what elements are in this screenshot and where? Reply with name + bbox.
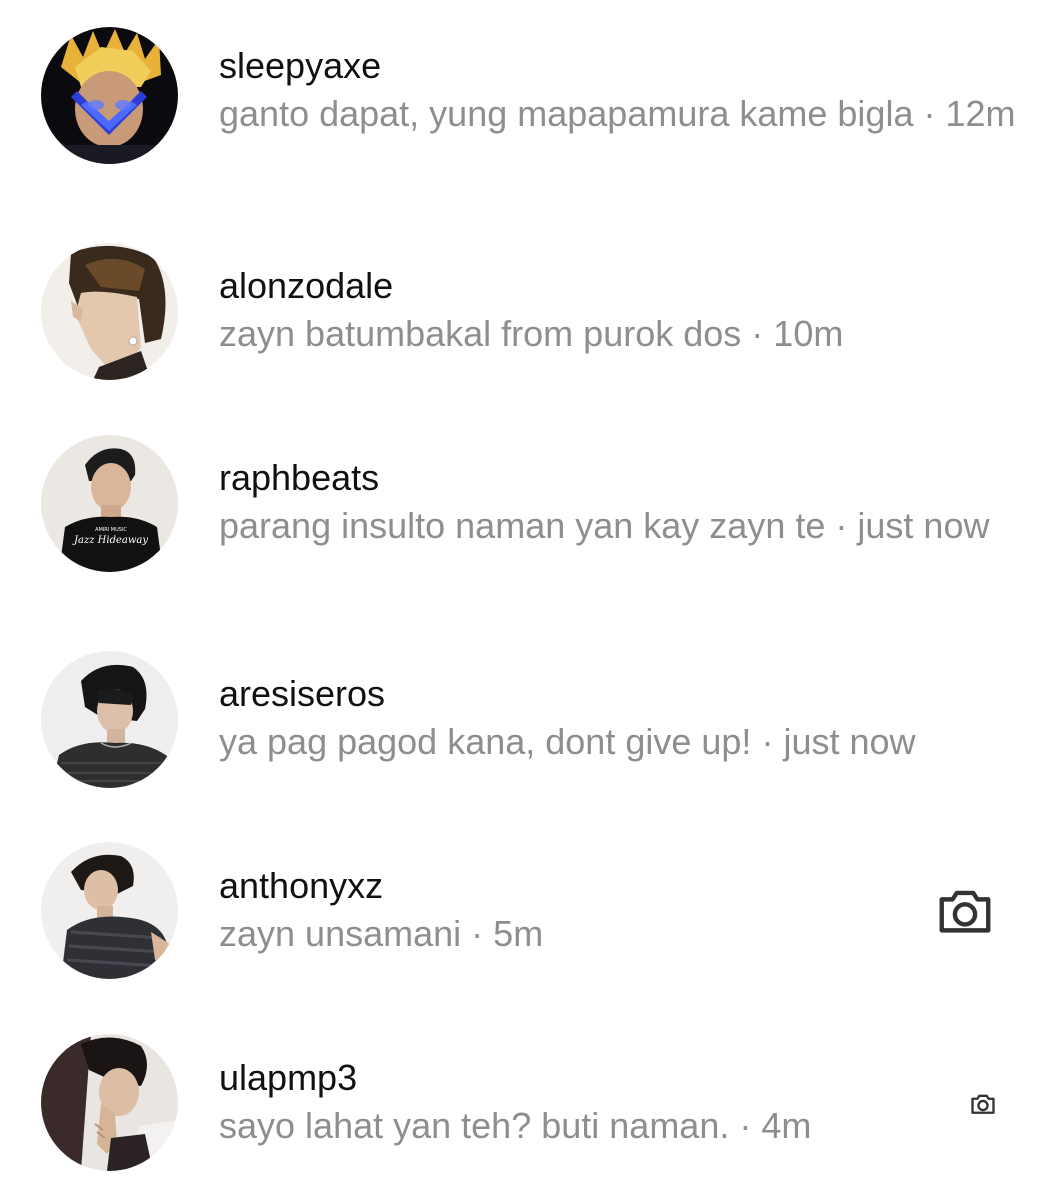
thread-message: zayn batumbakal from purok dos: [219, 313, 742, 354]
thread-row-sleepyaxe[interactable]: sleepyaxe ganto dapat, yung mapapamura k…: [0, 0, 1050, 210]
avatar-image: [41, 243, 178, 380]
shirt-text: Jazz Hideaway: [72, 535, 148, 546]
thread-username: aresiseros: [219, 673, 386, 714]
camera-icon[interactable]: [969, 1090, 997, 1118]
thread-row-ulapmp3[interactable]: ulapmp3 sayo lahat yan teh? buti naman. …: [0, 1020, 1050, 1200]
thread-time: 10m: [773, 313, 844, 354]
thread-row-raphbeats[interactable]: AMIRI MUSIC Jazz Hideaway raphbeats para…: [0, 420, 1050, 624]
thread-time: 4m: [761, 1105, 812, 1146]
avatar[interactable]: [41, 1034, 178, 1171]
thread-preview: parang insulto naman yan kay zayn te · j…: [219, 502, 1009, 550]
avatar[interactable]: [41, 243, 178, 380]
avatar-image: AMIRI MUSIC Jazz Hideaway: [41, 435, 178, 572]
separator-dot: ·: [923, 93, 936, 134]
shirt-small-text: AMIRI MUSIC: [95, 527, 127, 533]
avatar-image: [41, 651, 178, 788]
thread-row-anthonyxz[interactable]: anthonyxz zayn unsamani · 5m: [0, 828, 1050, 1008]
thread-message: parang insulto naman yan kay zayn te: [219, 505, 826, 546]
avatar-image: [41, 27, 178, 164]
thread-time: 12m: [945, 93, 1016, 134]
avatar-image: [41, 1034, 178, 1171]
separator-dot: ·: [835, 505, 848, 546]
camera-icon[interactable]: [934, 880, 996, 942]
avatar[interactable]: [41, 842, 178, 979]
thread-time: just now: [857, 505, 990, 546]
thread-message: ya pag pagod kana, dont give up!: [219, 721, 752, 762]
thread-row-aresiseros[interactable]: aresiseros ya pag pagod kana, dont give …: [0, 636, 1050, 816]
thread-username: sleepyaxe: [219, 45, 382, 86]
avatar[interactable]: [41, 27, 178, 164]
thread-username: ulapmp3: [219, 1057, 358, 1098]
thread-preview: zayn batumbakal from purok dos · 10m: [219, 310, 1010, 358]
thread-preview: zayn unsamani · 5m: [219, 910, 1010, 958]
thread-time: 5m: [493, 913, 544, 954]
thread-time: just now: [783, 721, 916, 762]
thread-message: sayo lahat yan teh? buti naman.: [219, 1105, 730, 1146]
thread-message: zayn unsamani: [219, 913, 462, 954]
separator-dot: ·: [761, 721, 774, 762]
thread-message: ganto dapat, yung mapapamura kame bigla: [219, 93, 914, 134]
thread-username: raphbeats: [219, 457, 380, 498]
separator-dot: ·: [739, 1105, 752, 1146]
thread-username: alonzodale: [219, 265, 394, 306]
direct-messages-thread-list: sleepyaxe ganto dapat, yung mapapamura k…: [0, 0, 1050, 1200]
avatar[interactable]: AMIRI MUSIC Jazz Hideaway: [41, 435, 178, 572]
thread-preview: sayo lahat yan teh? buti naman. · 4m: [219, 1102, 1010, 1150]
thread-preview: ya pag pagod kana, dont give up! · just …: [219, 718, 1010, 766]
avatar-image: [41, 842, 178, 979]
separator-dot: ·: [751, 313, 764, 354]
avatar[interactable]: [41, 651, 178, 788]
thread-row-alonzodale[interactable]: alonzodale zayn batumbakal from purok do…: [0, 228, 1050, 408]
thread-username: anthonyxz: [219, 865, 384, 906]
thread-preview: ganto dapat, yung mapapamura kame bigla …: [219, 90, 1019, 138]
separator-dot: ·: [471, 913, 484, 954]
